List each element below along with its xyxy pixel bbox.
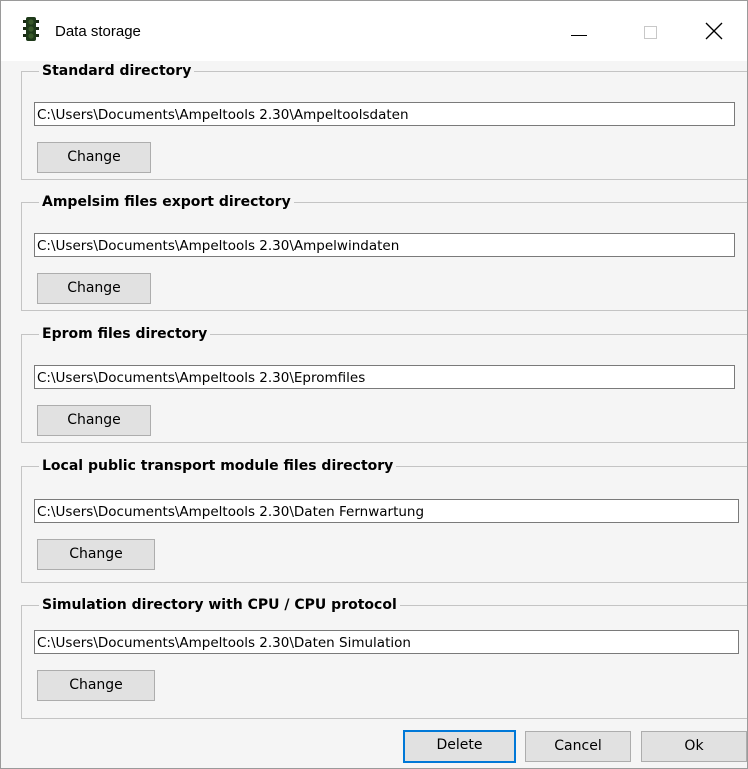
section-label: Simulation directory with CPU / CPU prot… <box>39 596 400 614</box>
standard-directory-group: Standard directory C:\Users\Documents\Am… <box>21 62 747 180</box>
title-bar: Data storage <box>1 1 747 61</box>
ok-button[interactable]: Ok <box>641 731 747 762</box>
change-eprom-files-directory-button[interactable]: Change <box>37 405 151 436</box>
close-button[interactable] <box>689 1 747 61</box>
traffic-light-icon <box>23 17 39 41</box>
eprom-files-directory-path-field[interactable]: C:\Users\Documents\Ampeltools 2.30\Eprom… <box>34 365 735 389</box>
change-standard-directory-button[interactable]: Change <box>37 142 151 173</box>
ampelsim-export-directory-group: Ampelsim files export directory C:\Users… <box>21 193 747 311</box>
ampelsim-export-directory-path-field[interactable]: C:\Users\Documents\Ampeltools 2.30\Ampel… <box>34 233 735 257</box>
cancel-button[interactable]: Cancel <box>525 731 631 762</box>
maximize-icon <box>644 26 657 39</box>
eprom-files-directory-group: Eprom files directory C:\Users\Documents… <box>21 325 747 443</box>
delete-button[interactable]: Delete <box>403 730 516 763</box>
local-public-transport-directory-path-field[interactable]: C:\Users\Documents\Ampeltools 2.30\Daten… <box>34 499 739 523</box>
section-label: Standard directory <box>39 62 195 80</box>
change-local-public-transport-directory-button[interactable]: Change <box>37 539 155 570</box>
maximize-button[interactable] <box>623 1 681 61</box>
change-simulation-directory-button[interactable]: Change <box>37 670 155 701</box>
section-label: Local public transport module files dire… <box>39 457 397 475</box>
section-label: Eprom files directory <box>39 325 211 343</box>
standard-directory-path-field[interactable]: C:\Users\Documents\Ampeltools 2.30\Ampel… <box>34 102 735 126</box>
minimize-icon <box>571 35 587 36</box>
simulation-directory-group: Simulation directory with CPU / CPU prot… <box>21 596 747 719</box>
dialog-window: Data storage Standard directory C:\Users… <box>0 0 748 769</box>
change-ampelsim-export-directory-button[interactable]: Change <box>37 273 151 304</box>
local-public-transport-directory-group: Local public transport module files dire… <box>21 457 747 583</box>
window-title: Data storage <box>55 23 141 40</box>
close-icon <box>705 22 723 40</box>
simulation-directory-path-field[interactable]: C:\Users\Documents\Ampeltools 2.30\Daten… <box>34 630 739 654</box>
minimize-button[interactable] <box>549 1 607 61</box>
section-label: Ampelsim files export directory <box>39 193 294 211</box>
